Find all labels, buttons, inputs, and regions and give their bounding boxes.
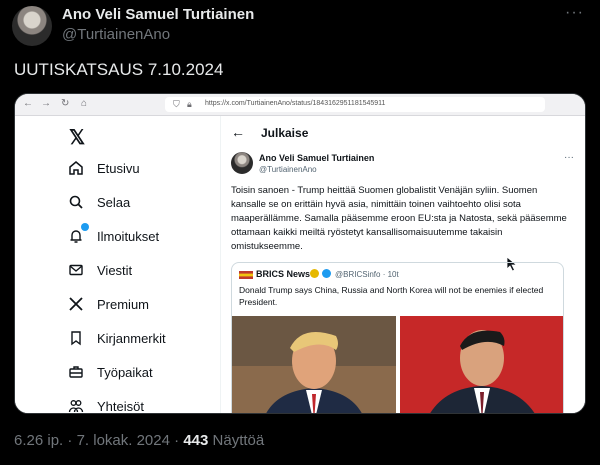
url-text: https://x.com/TurtiainenAno/status/18431… [205, 100, 386, 107]
bookmark-icon [67, 329, 85, 347]
tweet-more-button[interactable]: ··· [564, 152, 574, 163]
quote-image-left[interactable] [232, 316, 396, 413]
tweet-author-name[interactable]: Ano Veli Samuel Turtiainen [259, 153, 374, 163]
home-icon [67, 159, 85, 177]
sidebar-item-label: Ilmoitukset [97, 228, 160, 244]
page-title: Julkaise [261, 126, 309, 140]
sidebar-item-explore[interactable]: Selaa [67, 190, 130, 214]
sidebar-item-label: Yhteisöt [97, 398, 144, 414]
x-logo-icon [67, 295, 85, 313]
reload-icon[interactable]: ↻ [61, 98, 69, 109]
home-icon[interactable]: ⌂ [81, 98, 87, 109]
meta-separator: · [67, 432, 73, 449]
quote-author-name[interactable]: BRICS News [256, 269, 310, 279]
tweet-avatar[interactable] [231, 152, 253, 174]
quoted-tweet[interactable]: BRICS News @BRICSinfo · 10t Donald Trump… [231, 262, 564, 413]
quote-author-handle[interactable]: @BRICSinfo · 10t [335, 270, 399, 279]
search-icon [67, 193, 85, 211]
more-options-button[interactable]: ··· [565, 4, 584, 22]
verified-badge-icon [310, 269, 319, 278]
sidebar-item-messages[interactable]: Viestit [67, 258, 132, 282]
brics-logo-icon [239, 271, 253, 281]
post-metadata: 6.26 ip. · 7. lokak. 2024 · 443 Näyttöä [14, 432, 264, 449]
post-time[interactable]: 6.26 ip. [14, 432, 63, 449]
post-date[interactable]: 7. lokak. 2024 [77, 432, 170, 449]
sidebar-item-jobs[interactable]: Työpaikat [67, 360, 153, 384]
sidebar-item-label: Viestit [97, 262, 133, 278]
sidebar-item-label: Selaa [97, 194, 131, 210]
mail-icon [67, 261, 85, 279]
sidebar-item-bookmarks[interactable]: Kirjanmerkit [67, 326, 166, 350]
author-handle[interactable]: @TurtiainenAno [62, 26, 170, 43]
quote-image-right[interactable] [400, 316, 563, 413]
people-icon [67, 397, 85, 413]
main-column: ← Julkaise Ano Veli Samuel Turtiainen @T… [220, 116, 585, 413]
affiliate-badge-icon [322, 269, 331, 278]
post-header: Ano Veli Samuel Turtiainen @TurtiainenAn… [12, 4, 588, 48]
shield-icon: ⛉ [173, 99, 180, 109]
main-header: ← Julkaise [221, 116, 585, 150]
quote-text: Donald Trump says China, Russia and Nort… [239, 285, 544, 307]
tweet-text: Toisin sanoen - Trump heittää Suomen glo… [231, 185, 567, 252]
forward-icon[interactable]: → [41, 98, 51, 109]
sidebar-item-label: Työpaikat [97, 364, 153, 380]
embedded-screenshot: ← → ↻ ⌂ ⛉ 🔒︎ https://x.com/TurtiainenAno… [14, 93, 586, 414]
sidebar-item-notifications[interactable]: Ilmoitukset [67, 223, 160, 248]
bell-icon [67, 223, 89, 245]
post-text: UUTISKATSAUS 7.10.2024 [14, 60, 224, 79]
meta-separator: · [174, 432, 180, 449]
avatar[interactable] [12, 6, 52, 46]
sidebar-item-home[interactable]: Etusivu [67, 156, 140, 180]
sidebar-item-label: Kirjanmerkit [97, 330, 166, 346]
notification-badge [81, 223, 89, 231]
views-label: Näyttöä [212, 432, 265, 449]
sidebar-item-communities[interactable]: Yhteisöt [67, 394, 144, 414]
author-name[interactable]: Ano Veli Samuel Turtiainen [62, 6, 254, 23]
sidebar-item-label: Etusivu [97, 160, 140, 176]
back-icon[interactable]: ← [23, 98, 33, 109]
tweet-author-handle[interactable]: @TurtiainenAno [259, 165, 317, 174]
x-logo-icon[interactable]: 𝕏 [69, 125, 85, 150]
lock-icon: 🔒︎ [187, 99, 192, 109]
back-arrow-icon[interactable]: ← [231, 124, 245, 140]
views-count: 443 [183, 432, 209, 449]
sidebar: 𝕏 Etusivu Selaa Ilmoitukset Viestit Prem… [15, 116, 220, 414]
briefcase-icon [67, 363, 85, 381]
sidebar-item-label: Premium [97, 296, 150, 312]
browser-toolbar: ← → ↻ ⌂ ⛉ 🔒︎ https://x.com/TurtiainenAno… [15, 94, 585, 116]
sidebar-item-premium[interactable]: Premium [67, 292, 149, 316]
